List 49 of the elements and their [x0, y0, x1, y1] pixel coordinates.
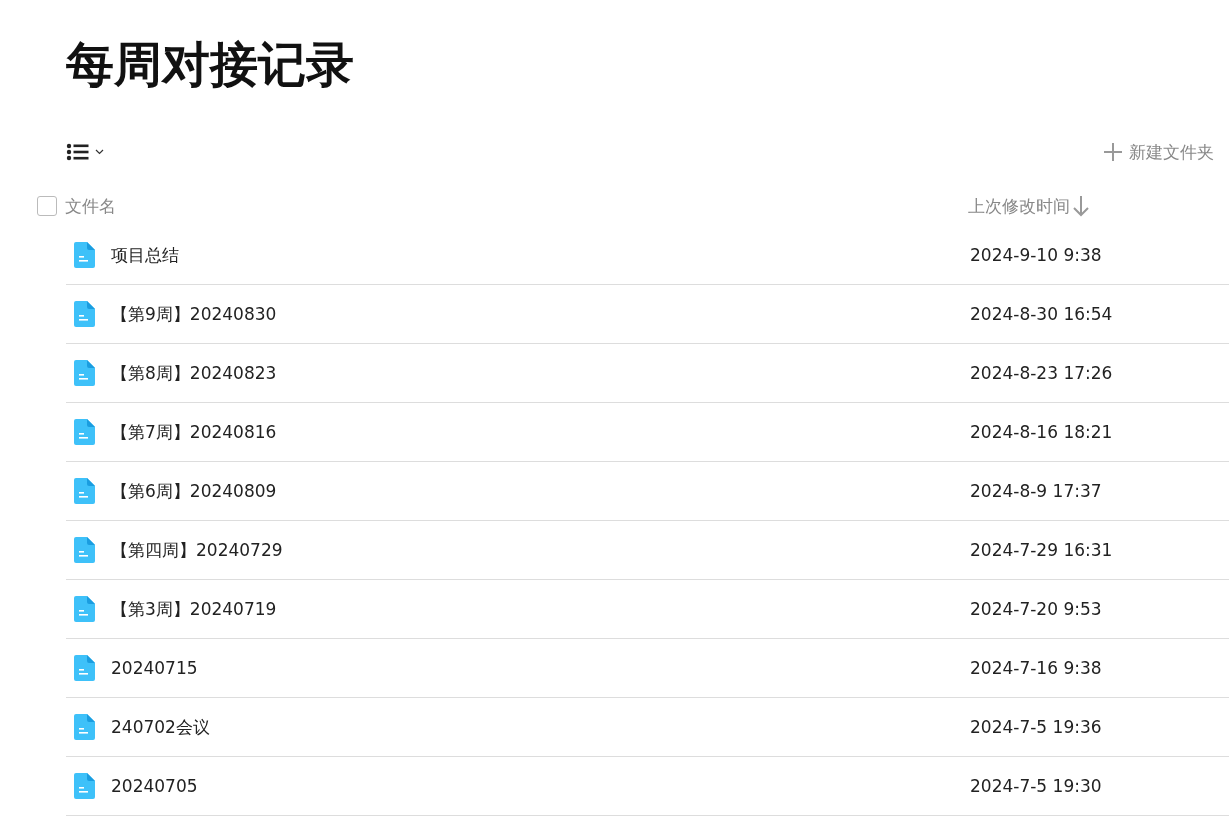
column-header[interactable]: 上次修改时间 [968, 194, 1090, 218]
document-icon [73, 419, 95, 445]
file-name: 【第9周】20240830 [111, 302, 278, 326]
modified-time: 2024-8-23 17:26 [970, 363, 1113, 383]
document-icon [73, 360, 95, 386]
document-icon [73, 537, 95, 563]
file-row[interactable]: 【第四周】20240729 2024-7-29 16:31 [66, 521, 1229, 580]
file-name: 项目总结 [111, 243, 180, 267]
column-header[interactable]: 文件名 [65, 194, 968, 218]
file-row[interactable]: 【第7周】20240816 2024-8-16 18:21 [66, 403, 1229, 462]
document-icon [73, 773, 95, 799]
file-row[interactable]: 【第3周】20240719 2024-7-20 9:53 [66, 580, 1229, 639]
document-icon [73, 596, 95, 622]
new-folder-button[interactable]: 新建文件夹 [1103, 140, 1214, 164]
page-title: 每周对接记录 [66, 35, 355, 94]
file-row[interactable]: 【第6周】20240809 2024-8-9 17:37 [66, 462, 1229, 521]
modified-time: 2024-7-20 9:53 [970, 599, 1102, 619]
document-icon [73, 478, 95, 504]
file-name: 240702会议 [111, 715, 211, 739]
modified-time: 2024-7-5 19:30 [970, 776, 1102, 796]
modified-time: 2024-9-10 9:38 [970, 245, 1102, 265]
modified-time: 2024-8-30 16:54 [970, 304, 1113, 324]
modified-time: 2024-7-16 9:38 [970, 658, 1102, 678]
view-mode-button[interactable] [66, 143, 106, 161]
sort-arrow-icon [1072, 195, 1090, 217]
file-row[interactable]: 20240715 2024-7-16 9:38 [66, 639, 1229, 698]
document-icon [73, 242, 95, 268]
file-row[interactable]: 项目总结 2024-9-10 9:38 [66, 226, 1229, 285]
plus-icon [1103, 142, 1123, 162]
file-name: 【第7周】20240816 [111, 420, 278, 444]
list-view-icon [66, 143, 106, 161]
document-icon [73, 655, 95, 681]
modified-time: 2024-7-5 19:36 [970, 717, 1102, 737]
file-name: 【第3周】20240719 [111, 597, 278, 621]
select-all-checkbox[interactable] [37, 196, 57, 216]
file-name: 20240715 [111, 658, 199, 678]
modified-time: 2024-8-16 18:21 [970, 422, 1113, 442]
file-name: 【第8周】20240823 [111, 361, 278, 385]
file-name: 【第四周】20240729 [111, 538, 284, 562]
file-row[interactable]: 【第9周】20240830 2024-8-30 16:54 [66, 285, 1229, 344]
file-name: 20240705 [111, 776, 199, 796]
modified-time: 2024-8-9 17:37 [970, 481, 1102, 501]
file-name: 【第6周】20240809 [111, 479, 278, 503]
file-row[interactable]: 240702会议 2024-7-5 19:36 [66, 698, 1229, 757]
document-icon [73, 714, 95, 740]
file-row[interactable]: 20240705 2024-7-5 19:30 [66, 757, 1229, 816]
modified-time: 2024-7-29 16:31 [970, 540, 1113, 560]
document-icon [73, 301, 95, 327]
file-row[interactable]: 【第8周】20240823 2024-8-23 17:26 [66, 344, 1229, 403]
